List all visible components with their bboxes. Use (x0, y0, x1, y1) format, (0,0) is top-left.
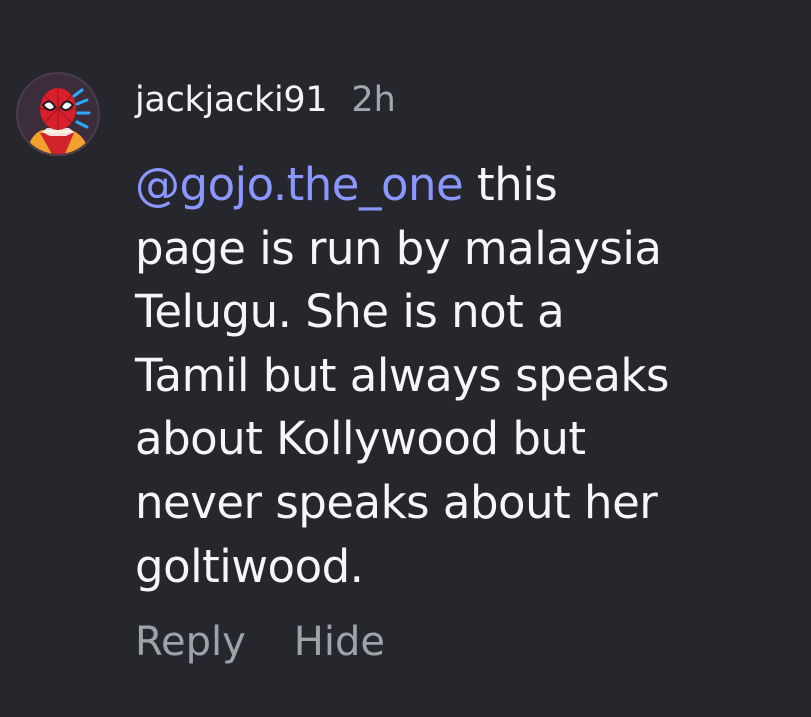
comment-line-3: Telugu. She is not a (135, 285, 565, 339)
comment-text: @gojo.the_one this page is run by malays… (135, 153, 795, 598)
comment-actions: Reply Hide (135, 614, 385, 670)
spiderman-avatar-icon (16, 72, 100, 156)
comment: jackjacki91 2h @gojo.the_one this page i… (0, 0, 811, 717)
comment-text-segment: this (477, 158, 558, 211)
comment-header: jackjacki91 2h (135, 76, 396, 124)
comment-line-7: goltiwood. (135, 539, 364, 593)
comment-timestamp: 2h (351, 80, 396, 120)
mention-link[interactable]: @gojo.the_one (135, 158, 464, 211)
comment-line-5: about Kollywood but (135, 412, 586, 466)
username-link[interactable]: jackjacki91 (135, 76, 328, 124)
comment-line-4: Tamil but always speaks (135, 348, 669, 402)
comment-line-1: @gojo.the_one this (135, 153, 795, 217)
comment-line-6: never speaks about her (135, 475, 658, 529)
reply-button[interactable]: Reply (135, 614, 246, 670)
user-avatar[interactable] (16, 72, 100, 156)
comment-line-2: page is run by malaysia (135, 221, 662, 275)
hide-button[interactable]: Hide (294, 614, 385, 670)
